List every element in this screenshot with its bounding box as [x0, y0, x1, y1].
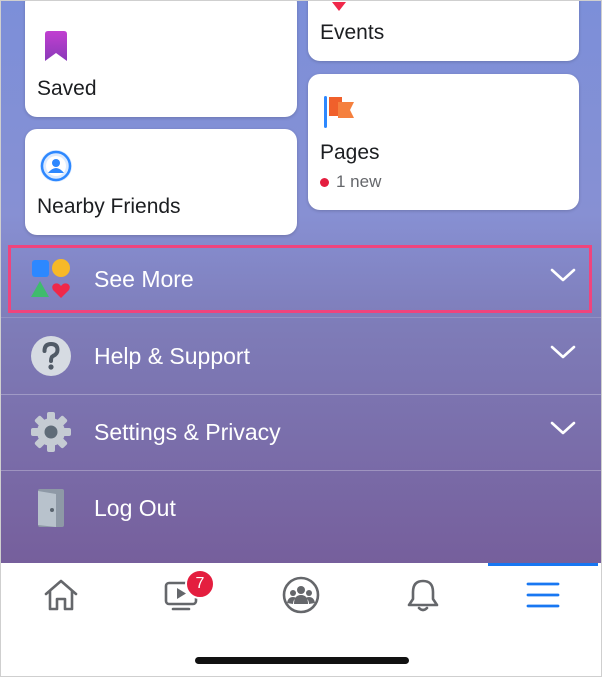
hamburger-menu-icon: [526, 580, 560, 615]
door-icon: [29, 486, 73, 530]
menu-log-out[interactable]: Log Out: [1, 470, 601, 546]
see-more-highlight-box: [8, 245, 592, 313]
tab-groups[interactable]: [271, 571, 331, 623]
active-tab-indicator: [488, 563, 598, 566]
calendar-heart-icon: [332, 1, 346, 11]
shortcut-pages[interactable]: Pages 1 new: [308, 74, 579, 210]
phone-screen: Saved Events Nearby Friends Pages 1 new …: [0, 0, 602, 677]
menu-help-support-label: Help & Support: [94, 342, 250, 369]
home-icon: [43, 578, 79, 617]
menu-help-support[interactable]: Help & Support: [1, 318, 601, 394]
shortcut-saved[interactable]: Saved: [25, 1, 297, 117]
question-icon: [29, 334, 73, 378]
nearby-friends-icon: [39, 149, 73, 183]
new-indicator-dot: [320, 177, 329, 187]
shortcut-nearby-friends-label: Nearby Friends: [37, 195, 181, 218]
gear-icon: [29, 410, 73, 454]
chevron-down-icon: [550, 344, 576, 360]
shortcut-nearby-friends[interactable]: Nearby Friends: [25, 129, 297, 235]
tab-notifications[interactable]: [393, 571, 453, 623]
menu-settings-privacy-label: Settings & Privacy: [94, 418, 281, 445]
groups-icon: [282, 576, 320, 619]
watch-notification-badge: 7: [185, 569, 215, 599]
tab-home[interactable]: [31, 571, 91, 623]
pages-new-count: 1 new: [320, 172, 381, 192]
shortcut-pages-label: Pages: [320, 141, 380, 164]
shortcut-events-label: Events: [320, 21, 385, 44]
bookmark-icon: [45, 31, 67, 61]
bell-icon: [406, 577, 440, 618]
chevron-down-icon: [550, 420, 576, 436]
menu-settings-privacy[interactable]: Settings & Privacy: [1, 394, 601, 470]
flag-icon: [324, 94, 358, 130]
shortcut-events[interactable]: Events: [308, 1, 579, 61]
menu-panel: Saved Events Nearby Friends Pages 1 new …: [1, 1, 601, 563]
home-indicator[interactable]: [195, 657, 409, 664]
tab-menu[interactable]: [513, 571, 573, 623]
pages-new-label: 1 new: [336, 172, 382, 191]
shortcut-saved-label: Saved: [37, 77, 97, 100]
menu-log-out-label: Log Out: [94, 494, 176, 521]
